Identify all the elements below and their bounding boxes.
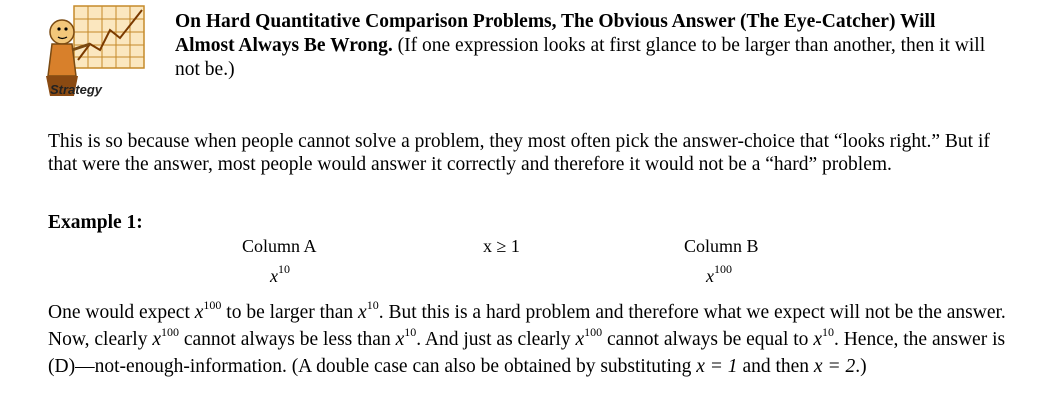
- column-b-label: Column B: [684, 236, 759, 256]
- explanation-paragraph: One would expect x100 to be larger than …: [48, 298, 1006, 377]
- intro-paragraph: This is so because when people cannot so…: [48, 131, 990, 175]
- column-b-expression: x100: [706, 262, 732, 286]
- column-a-label: Column A: [242, 236, 317, 256]
- strategy-label: Strategy: [50, 82, 103, 97]
- column-a-expression: x10: [270, 262, 290, 286]
- strategy-heading: On Hard Quantitative Comparison Problems…: [175, 10, 995, 82]
- condition-label: x ≥ 1: [483, 236, 520, 256]
- example-title: Example 1:: [48, 212, 143, 233]
